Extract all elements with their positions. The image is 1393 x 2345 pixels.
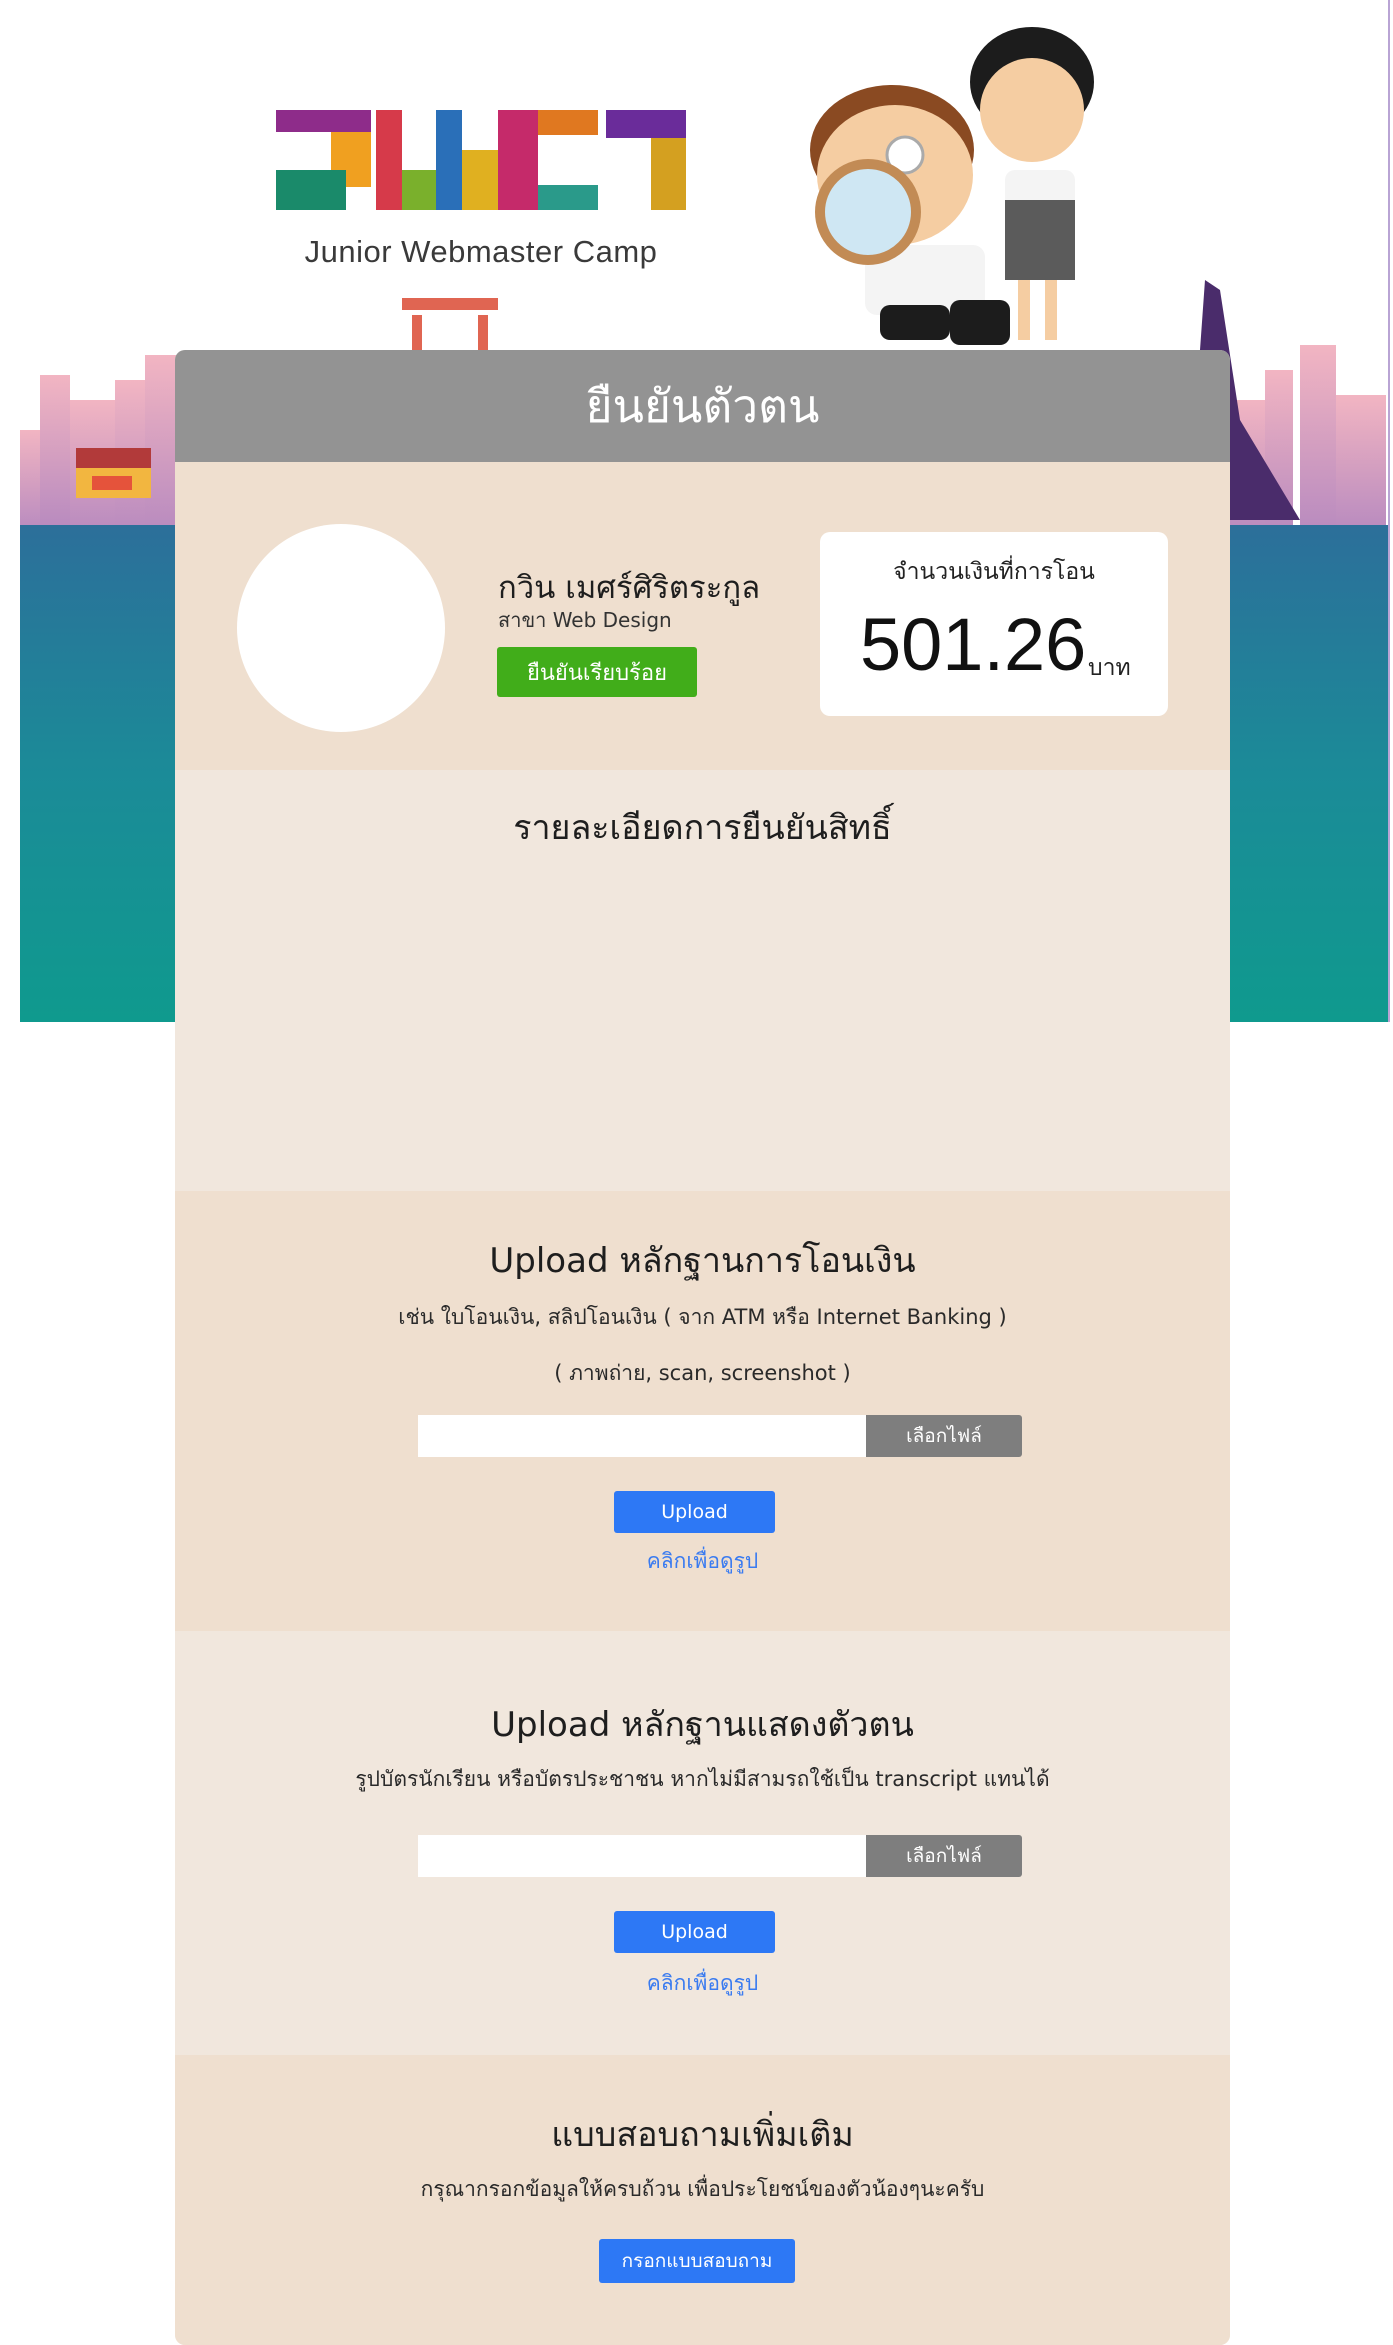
card-title: ยืนยันตัวตน xyxy=(585,378,820,433)
upload-identity-section: Upload หลักฐานแสดงตัวตน รูปบัตรนักเรียน … xyxy=(175,1631,1230,2055)
identity-upload-button[interactable]: Upload xyxy=(614,1911,775,1953)
avatar xyxy=(237,524,445,732)
survey-desc: กรุณากรอกข้อมูลให้ครบถ้วน เพื่อประโยชน์ข… xyxy=(420,2177,985,2201)
payment-view-image-link[interactable]: คลิกเพื่อดูรูป xyxy=(175,1545,1230,1578)
details-title: รายละเอียดการยืนยันสิทธิ์ xyxy=(513,808,892,848)
user-major: สาขา Web Design xyxy=(498,608,672,632)
jwc7-logo-mark xyxy=(276,110,686,210)
payment-file-input[interactable] xyxy=(418,1415,866,1457)
jwc7-logo[interactable]: Junior Webmaster Camp xyxy=(276,110,686,280)
identity-file-picker: เลือกไฟล์ xyxy=(418,1835,1022,1877)
card-header: ยืนยันตัวตน xyxy=(175,350,1230,462)
amount-unit: บาท xyxy=(1088,655,1131,681)
amount-value: 501.26 xyxy=(860,603,1087,686)
upload-payment-title: Upload หลักฐานการโอนเงิน xyxy=(489,1241,916,1281)
upload-identity-desc: รูปบัตรนักเรียน หรือบัตรประชาชน หากไม่มี… xyxy=(355,1767,1050,1791)
verified-status-button[interactable]: ยืนยันเรียบร้อย xyxy=(497,647,697,697)
upload-payment-formats: ( ภาพถ่าย, scan, screenshot ) xyxy=(554,1361,851,1385)
amount-label: จำนวนเงินที่การโอน xyxy=(893,559,1095,585)
upload-payment-desc: เช่น ใบโอนเงิน, สลิปโอนเงิน ( จาก ATM หร… xyxy=(398,1305,1007,1329)
red-gate xyxy=(402,298,498,355)
payment-file-picker: เลือกไฟล์ xyxy=(418,1415,1022,1457)
identity-choose-file-button[interactable]: เลือกไฟล์ xyxy=(866,1835,1022,1877)
upload-identity-title: Upload หลักฐานแสดงตัวตน xyxy=(491,1705,914,1745)
logo-subtitle: Junior Webmaster Camp xyxy=(304,234,658,269)
amount-box: จำนวนเงินที่การโอน 501.26 บาท xyxy=(820,532,1168,716)
identity-view-image-link[interactable]: คลิกเพื่อดูรูป xyxy=(175,1967,1230,2000)
market-stall xyxy=(76,448,151,498)
mascot-characters xyxy=(810,27,1094,345)
upload-payment-section: Upload หลักฐานการโอนเงิน เช่น ใบโอนเงิน,… xyxy=(175,1191,1230,1631)
payment-upload-button[interactable]: Upload xyxy=(614,1491,775,1533)
details-section: รายละเอียดการยืนยันสิทธิ์ xyxy=(175,770,1230,1191)
fill-survey-button[interactable]: กรอกแบบสอบถาม xyxy=(599,2239,795,2283)
left-skyline xyxy=(20,355,177,530)
payment-choose-file-button[interactable]: เลือกไฟล์ xyxy=(866,1415,1022,1457)
survey-title: แบบสอบถามเพิ่มเติม xyxy=(551,2115,854,2155)
survey-section: แบบสอบถามเพิ่มเติม กรุณากรอกข้อมูลให้ครบ… xyxy=(175,2055,1230,2345)
verification-card: ยืนยันตัวตน กวิน เมศร์ศิริตระกูล สาขา We… xyxy=(175,350,1230,2345)
profile-section: กวิน เมศร์ศิริตระกูล สาขา Web Design ยืน… xyxy=(175,462,1230,770)
identity-file-input[interactable] xyxy=(418,1835,866,1877)
